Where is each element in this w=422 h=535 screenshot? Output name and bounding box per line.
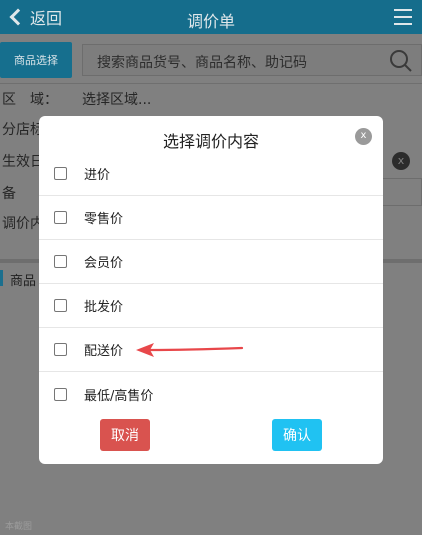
option-wholesale-price[interactable]: 批发价 xyxy=(39,284,383,328)
search-icon[interactable] xyxy=(389,49,413,73)
clear-icon[interactable]: x xyxy=(392,152,410,170)
goods-section-label: 商品 xyxy=(0,270,36,289)
option-label: 最低/高售价 xyxy=(84,388,154,404)
option-member-price[interactable]: 会员价 xyxy=(39,240,383,284)
red-arrow-icon xyxy=(136,343,244,357)
app-header: 返回 调价单 xyxy=(0,0,422,34)
cancel-button[interactable]: 取消 xyxy=(100,419,150,451)
branch-label: 分店标 xyxy=(2,122,44,138)
option-min-max-price[interactable]: 最低/高售价 xyxy=(39,372,383,408)
checkbox[interactable] xyxy=(54,211,67,224)
area-label: 区 域： xyxy=(2,92,58,108)
hamburger-menu-icon[interactable] xyxy=(394,9,412,25)
adjust-content-label: 调价内 xyxy=(2,216,44,232)
option-list: 进价 零售价 会员价 批发价 配送价 最低/高售价 xyxy=(39,158,383,408)
option-label: 进价 xyxy=(84,168,111,183)
area-select[interactable]: 选择区域... xyxy=(82,89,151,109)
checkbox[interactable] xyxy=(54,299,67,312)
remark-field[interactable] xyxy=(380,178,422,206)
option-retail-price[interactable]: 零售价 xyxy=(39,196,383,240)
option-label: 配送价 xyxy=(84,344,124,359)
checkbox[interactable] xyxy=(54,167,67,180)
confirm-button[interactable]: 确认 xyxy=(272,419,322,451)
search-placeholder: 搜索商品货号、商品名称、助记码 xyxy=(97,55,307,71)
search-input[interactable]: 搜索商品货号、商品名称、助记码 xyxy=(82,44,422,76)
effective-date-label: 生效日 xyxy=(2,154,44,170)
dialog-title: 选择调价内容 xyxy=(162,132,259,151)
page-title: 调价单 xyxy=(186,12,235,31)
checkbox[interactable] xyxy=(54,387,67,401)
watermark: 本截图 xyxy=(5,522,33,532)
select-price-content-dialog: 选择调价内容 x 进价 零售价 会员价 批发价 配送价 最低/高售价 取消 确认 xyxy=(39,116,383,464)
option-label: 批发价 xyxy=(84,300,124,315)
toolbar: 商品选择 搜索商品货号、商品名称、助记码 xyxy=(0,34,422,84)
product-select-button[interactable]: 商品选择 xyxy=(0,42,72,78)
remark-label: 备 xyxy=(2,186,16,202)
option-purchase-price[interactable]: 进价 xyxy=(39,158,383,196)
option-label: 零售价 xyxy=(84,212,124,227)
option-label: 会员价 xyxy=(84,256,124,271)
checkbox[interactable] xyxy=(54,255,67,268)
close-icon[interactable]: x xyxy=(355,128,372,145)
checkbox[interactable] xyxy=(54,343,67,356)
